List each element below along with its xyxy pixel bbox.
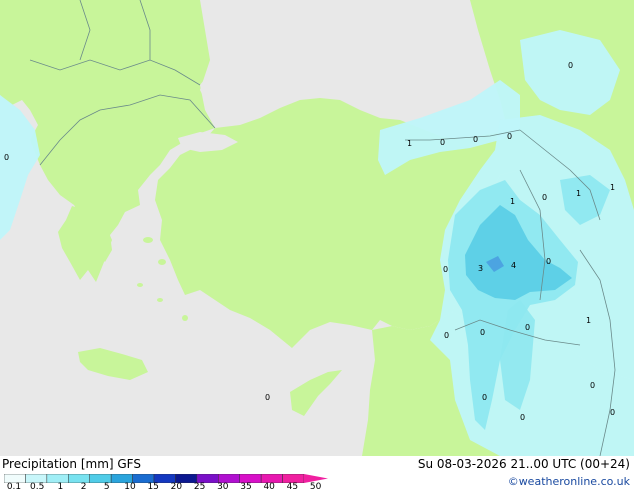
scale-tick-label: 5 [103,482,110,492]
scale-tick-label: 30 [217,482,229,492]
contour-label: 0 [480,328,485,337]
contour-label: 1 [407,139,412,148]
precipitation-map: 1 0 0 0 0 1 0 1 1 0 3 4 0 0 0 1 0 0 0 0 … [0,0,634,456]
contour-label: 3 [478,264,483,273]
legend-title: Precipitation [mm] GFS [2,457,141,471]
scale-tick-label: 1 [57,482,64,492]
scale-tick-label: 45 [286,482,299,492]
scale-tick-label: 35 [240,482,252,492]
scale-tick-label: 0.5 [30,482,45,492]
scale-tick-label: 2 [80,482,87,492]
scale-tick-label: 0.1 [6,482,22,492]
contour-label: 0 [610,408,615,417]
valid-time: Su 08-03-2026 21..00 UTC (00+24) [417,457,630,471]
scale-tick-label: 25 [193,482,206,492]
contour-label: 0 [4,153,9,162]
contour-label: 0 [507,132,512,141]
contour-label: 0 [525,323,530,332]
scale-tick-label: 10 [124,482,136,492]
scale-tick-label: 40 [263,482,275,492]
contour-label: 0 [473,135,478,144]
credit-link[interactable]: ©weatheronline.co.uk [508,475,630,488]
contour-label: 4 [511,261,516,270]
contour-label: 0 [590,381,595,390]
contour-label: 0 [482,393,487,402]
contour-label: 0 [542,193,547,202]
contour-label: 1 [510,197,515,206]
contour-label: 0 [443,265,448,274]
map-canvas: 1 0 0 0 0 1 0 1 1 0 3 4 0 0 0 1 0 0 0 0 … [0,0,634,456]
contour-label: 0 [520,413,525,422]
scale-tick-label: 15 [147,482,159,492]
contour-label: 0 [568,61,573,70]
contour-label: 0 [444,331,449,340]
scale-tick-label: 20 [170,482,183,492]
contour-label: 0 [265,393,270,402]
contour-label: 1 [586,316,591,325]
legend-bar: Precipitation [mm] GFS Su 08-03-2026 21.… [0,456,634,492]
color-scale-ticks: 0.1 0.5 1 2 5 10 15 20 25 30 35 40 45 50 [0,482,330,492]
contour-label: 0 [440,138,445,147]
contour-label: 1 [610,183,615,192]
contour-label: 0 [546,257,551,266]
scale-tick-label: 50 [309,482,322,492]
contour-label: 1 [576,189,581,198]
